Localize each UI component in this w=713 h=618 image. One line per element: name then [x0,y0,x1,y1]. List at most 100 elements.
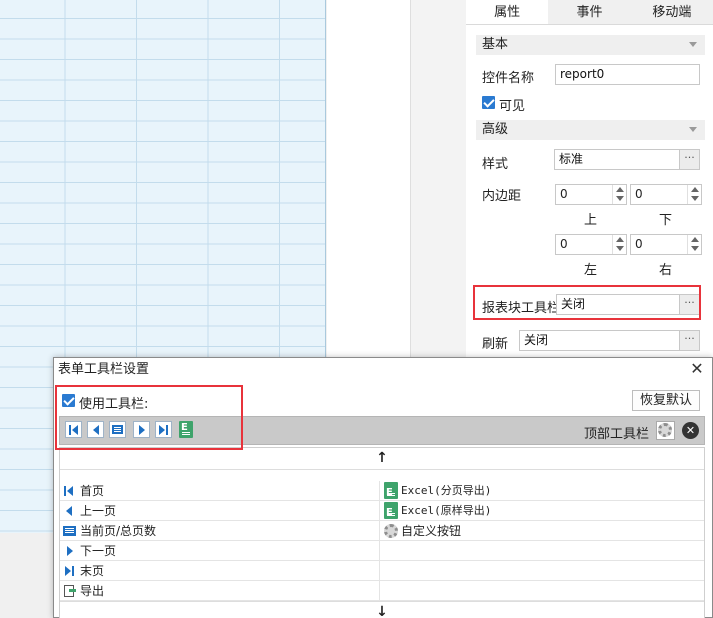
list-row: 上一页 Excel(原样导出) [60,501,704,523]
tab-properties[interactable]: 属性 [466,0,549,24]
style-input[interactable]: 标准 [554,149,680,170]
excel-icon [384,482,398,503]
move-down-arrow-icon[interactable]: ↓ [60,601,704,618]
list-row: 首页 Excel(分页导出) [60,481,704,503]
list-item-last-page[interactable]: 末页 [60,561,380,581]
list-item-excel-paged[interactable]: Excel(分页导出) [381,481,704,503]
list-item-label: 导出 [80,584,105,598]
move-up-arrow-icon[interactable]: ↑ [60,448,704,470]
padding-bottom-input[interactable]: 0 [630,184,702,205]
list-row: 当前页/总页数 自定义按钮 [60,521,704,541]
list-item-excel-original[interactable]: Excel(原样导出) [381,501,704,523]
toolbar-settings-dialog: 表单工具栏设置 ✕ 使用工具栏: 恢复默认 顶部工具栏 ✕ ↑ 首页 Excel… [53,357,713,618]
visible-label: 可见 [499,99,526,114]
property-panel: 属性 事件 移动端 基本 控件名称 report0 可见 高级 样式 标准 ··… [466,0,713,360]
list-item-label: 上一页 [80,504,117,518]
section-advanced[interactable]: 高级 [476,120,705,140]
report-toolbar-label: 报表块工具栏 [482,301,561,316]
section-basic-label: 基本 [482,37,509,52]
list-item-label: Excel(原样导出) [401,504,492,517]
toolbar-preview: 顶部工具栏 ✕ [59,416,705,445]
padding-left-input[interactable]: 0 [555,234,627,255]
spinner-down-icon [616,246,624,251]
page-counter-icon[interactable] [109,421,126,438]
prev-page-icon[interactable] [87,421,104,438]
refresh-input[interactable]: 关闭 [519,330,680,351]
spinner-up-icon [616,187,624,192]
toolbar-settings-gear-icon[interactable] [656,421,675,440]
padding-right-input[interactable]: 0 [630,234,702,255]
widget-name-label: 控件名称 [482,71,535,86]
spinner-up-icon [691,187,699,192]
use-toolbar-checkbox[interactable] [62,394,75,407]
excel-export-icon[interactable] [179,421,193,438]
excel-icon [384,502,398,523]
refresh-more-button[interactable]: ··· [680,330,700,351]
next-page-icon[interactable] [133,421,150,438]
list-item-next-page[interactable]: 下一页 [60,541,380,561]
chevron-down-icon [689,42,697,47]
list-item-prev-page[interactable]: 上一页 [60,501,380,521]
last-page-icon [63,564,77,578]
spinner-down-icon [616,196,624,201]
spinner-up-icon [616,237,624,242]
spinner-down-icon [691,196,699,201]
top-toolbar-label: 顶部工具栏 [584,427,650,442]
style-more-button[interactable]: ··· [680,149,700,170]
page-counter-icon [63,524,77,538]
refresh-label: 刷新 [482,337,509,352]
panel-tabs: 属性 事件 移动端 [466,0,713,25]
spinner-arrows[interactable] [612,185,626,204]
prev-page-icon [63,504,77,518]
padding-label: 内边距 [482,189,522,204]
padding-top-input[interactable]: 0 [555,184,627,205]
padding-right-value: 0 [635,237,643,251]
list-item-empty [381,541,704,561]
use-toolbar-label: 使用工具栏: [79,397,149,412]
spinner-up-icon [691,237,699,242]
section-advanced-label: 高级 [482,122,509,137]
export-icon [63,584,77,598]
design-canvas [327,0,410,360]
list-item-page-counter[interactable]: 当前页/总页数 [60,521,380,541]
spinner-arrows[interactable] [612,235,626,254]
spinner-arrows[interactable] [687,235,701,254]
list-item-label: 下一页 [80,544,117,558]
padding-bottom-caption: 下 [659,213,673,228]
list-row: 末页 [60,561,704,581]
list-row: 下一页 [60,541,704,561]
list-item-label: 自定义按钮 [401,524,462,538]
list-item-custom-button[interactable]: 自定义按钮 [381,521,704,541]
padding-left-value: 0 [560,237,568,251]
widget-name-input[interactable]: report0 [555,64,700,85]
report-toolbar-more-button[interactable]: ··· [680,294,700,315]
restore-default-button[interactable]: 恢复默认 [632,390,700,411]
tab-mobile[interactable]: 移动端 [631,0,713,24]
list-item-first-page[interactable]: 首页 [60,481,380,501]
gear-icon [384,524,398,538]
padding-top-value: 0 [560,187,568,201]
remove-toolbar-icon[interactable]: ✕ [682,422,699,439]
list-item-export[interactable]: 导出 [60,581,380,601]
list-row: 导出 [60,581,704,601]
next-page-icon [63,544,77,558]
first-page-icon[interactable] [65,421,82,438]
report-toolbar-input[interactable]: 关闭 [556,294,680,315]
toolbar-item-list: ↑ 首页 Excel(分页导出) 上一页 Excel(原样导出) 当前页/总页数… [59,447,705,618]
visible-checkbox[interactable] [482,96,495,109]
last-page-icon[interactable] [155,421,172,438]
list-item-label: 当前页/总页数 [80,524,157,538]
list-item-empty [381,561,704,581]
dialog-title: 表单工具栏设置 [54,358,712,382]
padding-left-caption: 左 [584,263,598,278]
style-label: 样式 [482,157,509,172]
list-item-label: Excel(分页导出) [401,484,492,497]
tab-events[interactable]: 事件 [548,0,630,24]
spinner-arrows[interactable] [687,185,701,204]
section-basic[interactable]: 基本 [476,35,705,55]
close-icon[interactable]: ✕ [690,361,704,377]
list-item-empty [381,581,704,601]
padding-right-caption: 右 [659,263,673,278]
canvas-gutter [410,0,466,360]
padding-bottom-value: 0 [635,187,643,201]
